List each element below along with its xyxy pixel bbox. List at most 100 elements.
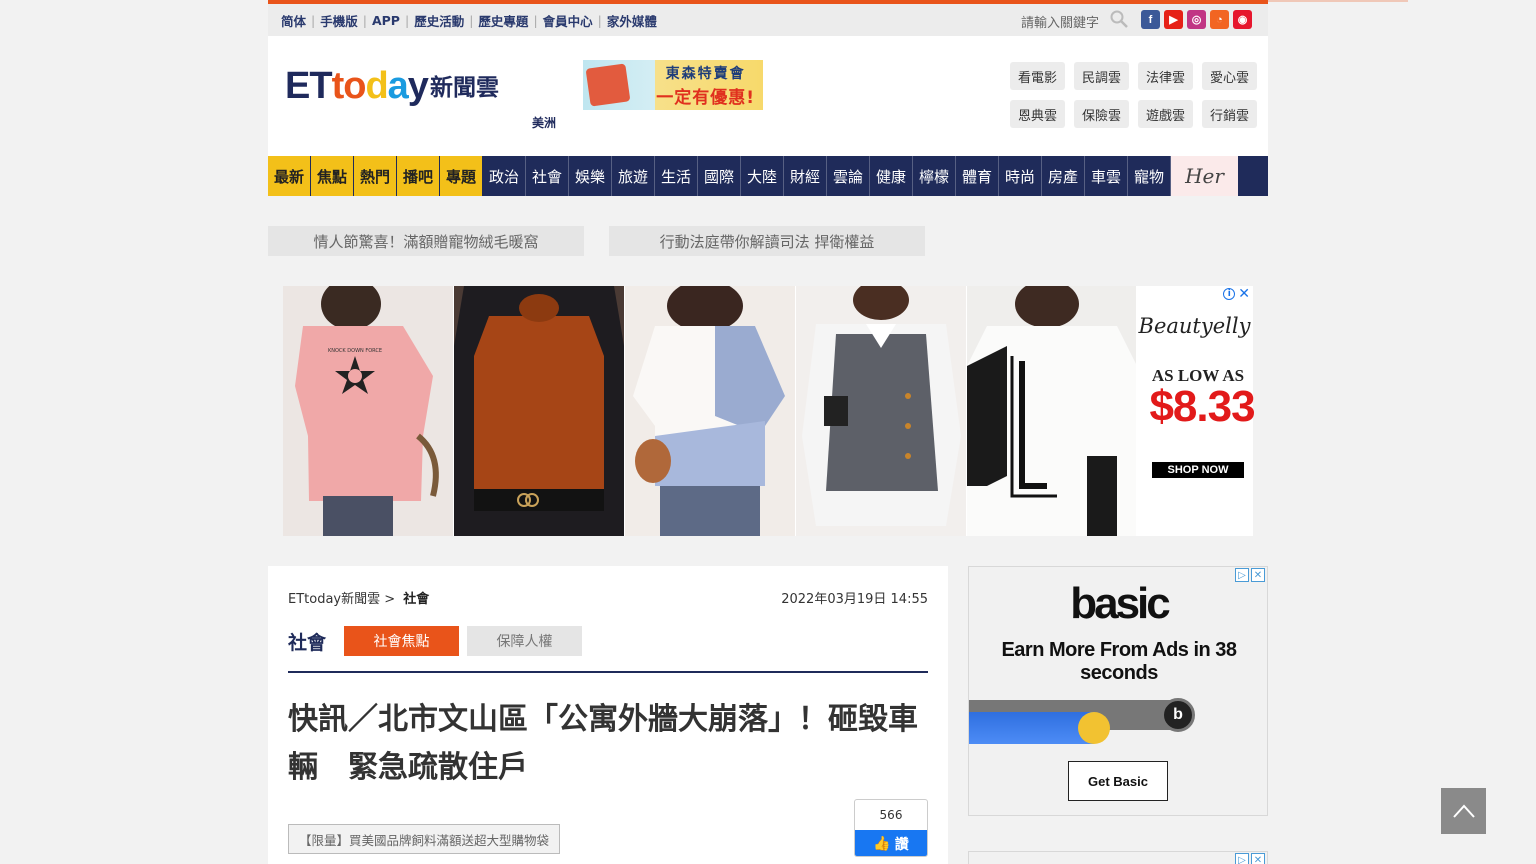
facebook-like-widget: 566 👍 讚 [854, 799, 928, 857]
like-label: 讚 [894, 837, 909, 853]
top-link-simplified[interactable]: 简体 [281, 11, 306, 30]
nav-item-11[interactable]: 體育 [956, 156, 999, 196]
top-bar: 简体 | 手機版 | APP | 歷史活動 | 歷史專題 | 會員中心 | 家外媒體 請輸入… [268, 4, 1268, 36]
cloud-poll[interactable]: 民調雲 [1074, 62, 1129, 90]
promo-pet-gift[interactable]: 情人節驚喜！滿額贈寵物絨毛暖窩 [268, 226, 584, 256]
side-ad-basic[interactable]: ▷ ✕ basic Earn More From Ads in 38 secon… [968, 566, 1268, 816]
top-link-past-events[interactable]: 歷史活動 [414, 11, 464, 30]
search-icon[interactable] [1110, 10, 1128, 28]
get-basic-button[interactable]: Get Basic [1068, 761, 1168, 801]
nav-item-hl-4[interactable]: 專題 [440, 156, 483, 196]
nav-item-13[interactable]: 房產 [1042, 156, 1085, 196]
nav-item-4[interactable]: 生活 [655, 156, 698, 196]
ad-text-panel: i ✕ Beautyelly AS LOW AS $8.33 SHOP NOW [1137, 286, 1256, 536]
basic-headline: Earn More From Ads in 38 seconds [1001, 639, 1237, 684]
promo-mobile-court[interactable]: 行動法庭帶你解讀司法 捍衛權益 [609, 226, 925, 256]
decorative-line [1268, 0, 1408, 2]
logo-ettoday: ETtoday [285, 65, 429, 107]
cloud-charity[interactable]: 愛心雲 [1202, 62, 1257, 90]
header-banner-ad[interactable]: 東森特賣會 一定有優惠! [583, 60, 763, 110]
nav-item-1[interactable]: 社會 [526, 156, 569, 196]
main-nav: 最新 焦點 熱門 播吧 專題 政治 社會 娛樂 旅遊 生活 國際 大陸 財經 雲論 健康 檸檬 體育 時尚 房產 車雲… [268, 156, 1268, 196]
ad-info-icon[interactable]: i [1223, 288, 1236, 300]
nav-item-hl-3[interactable]: 播吧 [397, 156, 440, 196]
ad-product-rust-vest[interactable] [454, 286, 625, 536]
thumbs-up-icon: 👍 [873, 836, 891, 852]
banner-line2: 一定有優惠! [656, 87, 755, 108]
nav-item-7[interactable]: 財經 [784, 156, 827, 196]
nav-item-6[interactable]: 大陸 [741, 156, 784, 196]
search-input[interactable]: 請輸入關鍵字 [1021, 12, 1099, 31]
top-link-app[interactable]: APP [372, 13, 400, 28]
top-links: 简体 | 手機版 | APP | 歷史活動 | 歷史專題 | 會員中心 | 家外媒體 [281, 11, 657, 30]
ad-product-pink-tshirt[interactable]: KNOCK DOWN FORCE [283, 286, 454, 536]
cloud-marketing[interactable]: 行銷雲 [1202, 100, 1257, 128]
nav-item-her[interactable]: Her [1171, 156, 1238, 196]
promo-link[interactable]: 【限量】買美國品牌飼料滿額送超大型購物袋 [288, 824, 560, 854]
clothing-ad-banner[interactable]: KNOCK DOWN FORCE i ✕ Beautyelly AS LOW A… [283, 286, 1256, 536]
ad-shop-now-button[interactable]: SHOP NOW [1152, 462, 1244, 478]
top-link-mobile[interactable]: 手機版 [320, 11, 358, 30]
site-header: ETtoday 新聞雲 美洲 東森特賣會 一定有優惠! 看電影 民調雲 法律雲 … [268, 36, 1268, 156]
like-count: 566 [879, 808, 903, 822]
back-to-top-button[interactable] [1441, 788, 1486, 834]
ad-close-icon[interactable]: ✕ [1238, 287, 1250, 301]
nav-item-12[interactable]: 時尚 [999, 156, 1042, 196]
youtube-icon[interactable]: ▶ [1164, 10, 1183, 29]
site-logo[interactable]: ETtoday 新聞雲 [285, 66, 499, 106]
nav-item-hl-1[interactable]: 焦點 [311, 156, 354, 196]
logo-chinese: 新聞雲 [429, 75, 499, 101]
ad-star-text: KNOCK DOWN FORCE [328, 348, 382, 354]
shopping-basket-icon [585, 63, 631, 107]
chevron-up-icon [1452, 804, 1475, 818]
instagram-icon[interactable]: ◎ [1187, 10, 1206, 29]
ad-price: $8.33 [1149, 382, 1255, 431]
nav-item-9[interactable]: 健康 [870, 156, 913, 196]
ad-product-striped-blouse[interactable] [625, 286, 796, 536]
article-panel: ETtoday新聞雲 > 社會 2022年03月19日 14:55 社會 社會焦… [268, 566, 948, 864]
nav-item-14[interactable]: 車雲 [1085, 156, 1128, 196]
weibo-icon[interactable]: ◉ [1233, 10, 1252, 29]
cloud-grace[interactable]: 恩典雲 [1010, 100, 1065, 128]
nav-item-5[interactable]: 國際 [698, 156, 741, 196]
breadcrumb-section[interactable]: 社會 [403, 592, 429, 607]
nav-item-10[interactable]: 檸檬 [913, 156, 956, 196]
ad-product-black-white-top[interactable] [967, 286, 1137, 536]
cloud-law[interactable]: 法律雲 [1138, 62, 1193, 90]
cloud-insurance[interactable]: 保險雲 [1074, 100, 1129, 128]
breadcrumb: ETtoday新聞雲 > 社會 [288, 588, 429, 607]
article-date: 2022年03月19日 14:55 [781, 592, 928, 607]
cloud-game[interactable]: 遊戲雲 [1138, 100, 1193, 128]
cloud-links: 看電影 民調雲 法律雲 愛心雲 恩典雲 保險雲 遊戲雲 行銷雲 [1010, 62, 1257, 128]
nav-item-8[interactable]: 雲論 [827, 156, 870, 196]
adchoices-icon[interactable]: ▷ [1235, 853, 1249, 864]
side-ad-second[interactable]: ▷ ✕ [968, 851, 1268, 864]
nav-item-3[interactable]: 旅遊 [612, 156, 655, 196]
basic-b-icon: b [1161, 698, 1195, 732]
cloud-movie[interactable]: 看電影 [1010, 62, 1065, 90]
facebook-icon[interactable]: f [1141, 10, 1160, 29]
divider [288, 671, 928, 673]
top-link-member[interactable]: 會員中心 [543, 11, 593, 30]
nav-item-15[interactable]: 寵物 [1128, 156, 1171, 196]
like-button[interactable]: 👍 讚 [855, 830, 927, 856]
nav-item-hl-0[interactable]: 最新 [268, 156, 311, 196]
tab-human-rights[interactable]: 保障人權 [467, 626, 582, 656]
tab-society-focus[interactable]: 社會焦點 [344, 626, 459, 656]
slider-knob[interactable] [1078, 712, 1110, 744]
rss-icon[interactable]: ◔ [1210, 10, 1229, 29]
top-link-outdoor-media[interactable]: 家外媒體 [607, 11, 657, 30]
ad-close-icon[interactable]: ✕ [1251, 853, 1265, 864]
ad-product-gray-vest[interactable] [796, 286, 967, 536]
nav-item-2[interactable]: 娛樂 [569, 156, 612, 196]
region-label: 美洲 [532, 116, 557, 130]
breadcrumb-home[interactable]: ETtoday新聞雲 > [288, 592, 395, 607]
top-link-past-topics[interactable]: 歷史專題 [478, 11, 528, 30]
nav-item-hl-2[interactable]: 熱門 [354, 156, 397, 196]
ad-brand: Beautyelly [1138, 314, 1251, 338]
nav-item-0[interactable]: 政治 [483, 156, 526, 196]
social-links: f ▶ ◎ ◔ ◉ [1141, 10, 1252, 29]
basic-logo: basic [1070, 579, 1171, 628]
slider-fill [969, 712, 1094, 744]
banner-line1: 東森特賣會 [665, 65, 746, 82]
